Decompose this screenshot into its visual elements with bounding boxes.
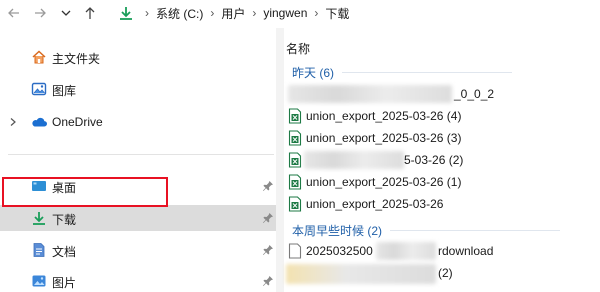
divider (342, 72, 513, 73)
file-icon (288, 243, 302, 259)
file-name: 5-03-26 (2) (404, 153, 464, 167)
sidebar-item-label: 文档 (52, 245, 77, 259)
excel-file-icon (288, 130, 302, 146)
excel-file-icon (288, 196, 302, 212)
sidebar-item-pictures[interactable]: 图片 (0, 268, 276, 292)
chevron-down-icon (61, 10, 71, 16)
file-name: union_export_2025-03-26 (3) (306, 131, 462, 145)
downloads-icon (120, 7, 132, 20)
sidebar-item-home[interactable]: 主文件夹 (0, 44, 276, 70)
chevron-right-icon: › (314, 6, 319, 20)
redacted-region (304, 151, 404, 169)
file-item[interactable]: union_export_2025-03-26 (4) (284, 105, 600, 127)
file-item[interactable]: union_export_2025-03-26 (3) (284, 127, 600, 149)
file-item[interactable]: union_export_2025-03-26 (284, 193, 600, 215)
redacted-region (288, 85, 452, 103)
redacted-region (286, 264, 436, 284)
sidebar-item-gallery[interactable]: 图库 (0, 76, 276, 102)
navigation-bar: › 系统 (C:) › 用户 › yingwen › 下载 (0, 0, 600, 28)
onedrive-icon (31, 114, 47, 130)
back-button[interactable] (4, 3, 24, 23)
excel-file-icon (288, 152, 302, 168)
breadcrumb-users[interactable]: 用户 (219, 5, 247, 22)
breadcrumb-downloads[interactable]: 下载 (323, 5, 351, 22)
sidebar-item-label: 图库 (52, 84, 77, 98)
group-header-earlier-this-week[interactable]: 本周早些时候 (2) (292, 222, 561, 239)
sidebar-item-documents[interactable]: 文档 (0, 237, 276, 263)
divider (8, 154, 274, 155)
file-list: 名称 昨天 (6) _0_0_2 union_export_2025-03-26… (284, 28, 600, 292)
file-item[interactable]: 5-03-26 (2) (284, 149, 600, 171)
file-name: union_export_2025-03-26 (4) (306, 109, 462, 123)
file-item[interactable]: union_export_2025-03-26 (1) (284, 171, 600, 193)
gallery-icon (31, 81, 47, 97)
chevron-right-icon: › (252, 6, 257, 20)
breadcrumb: › 系统 (C:) › 用户 › yingwen › 下载 (140, 3, 351, 23)
forward-button[interactable] (30, 3, 50, 23)
sidebar-item-onedrive[interactable]: OneDrive (0, 109, 276, 135)
recent-locations-button[interactable] (56, 3, 76, 23)
file-name: (2) (438, 266, 453, 280)
sidebar-item-label: OneDrive (52, 115, 103, 129)
pin-icon[interactable] (262, 275, 274, 287)
column-header-name[interactable]: 名称 (286, 40, 310, 57)
pin-icon[interactable] (262, 244, 274, 256)
divider (390, 230, 561, 231)
arrow-right-icon (35, 8, 46, 18)
pictures-icon (31, 273, 47, 289)
file-name: _0_0_2 (454, 87, 495, 101)
documents-icon (31, 242, 47, 258)
pane-splitter[interactable] (276, 28, 284, 292)
sidebar-item-label: 下载 (52, 213, 77, 227)
breadcrumb-user[interactable]: yingwen (261, 6, 309, 20)
excel-file-icon (288, 108, 302, 124)
sidebar-item-label: 主文件夹 (52, 52, 101, 66)
group-title: 本周早些时候 (2) (292, 224, 383, 238)
pin-icon[interactable] (262, 212, 274, 224)
chevron-right-icon: › (210, 6, 215, 20)
file-item[interactable]: (2) (284, 262, 600, 284)
file-item[interactable]: _0_0_2 (284, 83, 600, 105)
sidebar-item-label: 图片 (52, 276, 77, 290)
arrow-left-icon (8, 8, 19, 18)
chevron-right-icon[interactable] (8, 117, 18, 127)
file-name: union_export_2025-03-26 (306, 197, 444, 211)
file-name: 2025032500 (306, 244, 373, 258)
up-button[interactable] (80, 3, 100, 23)
sidebar-item-downloads[interactable]: 下载 (0, 205, 276, 231)
highlight-annotation (2, 177, 168, 207)
file-item[interactable]: 2025032500 rdownload (284, 240, 600, 262)
chevron-right-icon: › (145, 6, 149, 20)
file-name-suffix: rdownload (438, 244, 494, 258)
file-name: union_export_2025-03-26 (1) (306, 175, 462, 189)
pin-icon[interactable] (262, 180, 274, 192)
excel-file-icon (288, 174, 302, 190)
home-icon (31, 49, 47, 65)
group-header-yesterday[interactable]: 昨天 (6) (292, 64, 513, 81)
group-title: 昨天 (6) (292, 66, 335, 80)
navigation-pane: 主文件夹 图库 OneDrive 桌面 下载 文档 图片 (0, 28, 276, 292)
arrow-up-icon (85, 7, 95, 19)
breadcrumb-drive[interactable]: 系统 (C:) (154, 5, 205, 22)
downloads-icon (31, 210, 47, 226)
redacted-region (376, 242, 436, 260)
